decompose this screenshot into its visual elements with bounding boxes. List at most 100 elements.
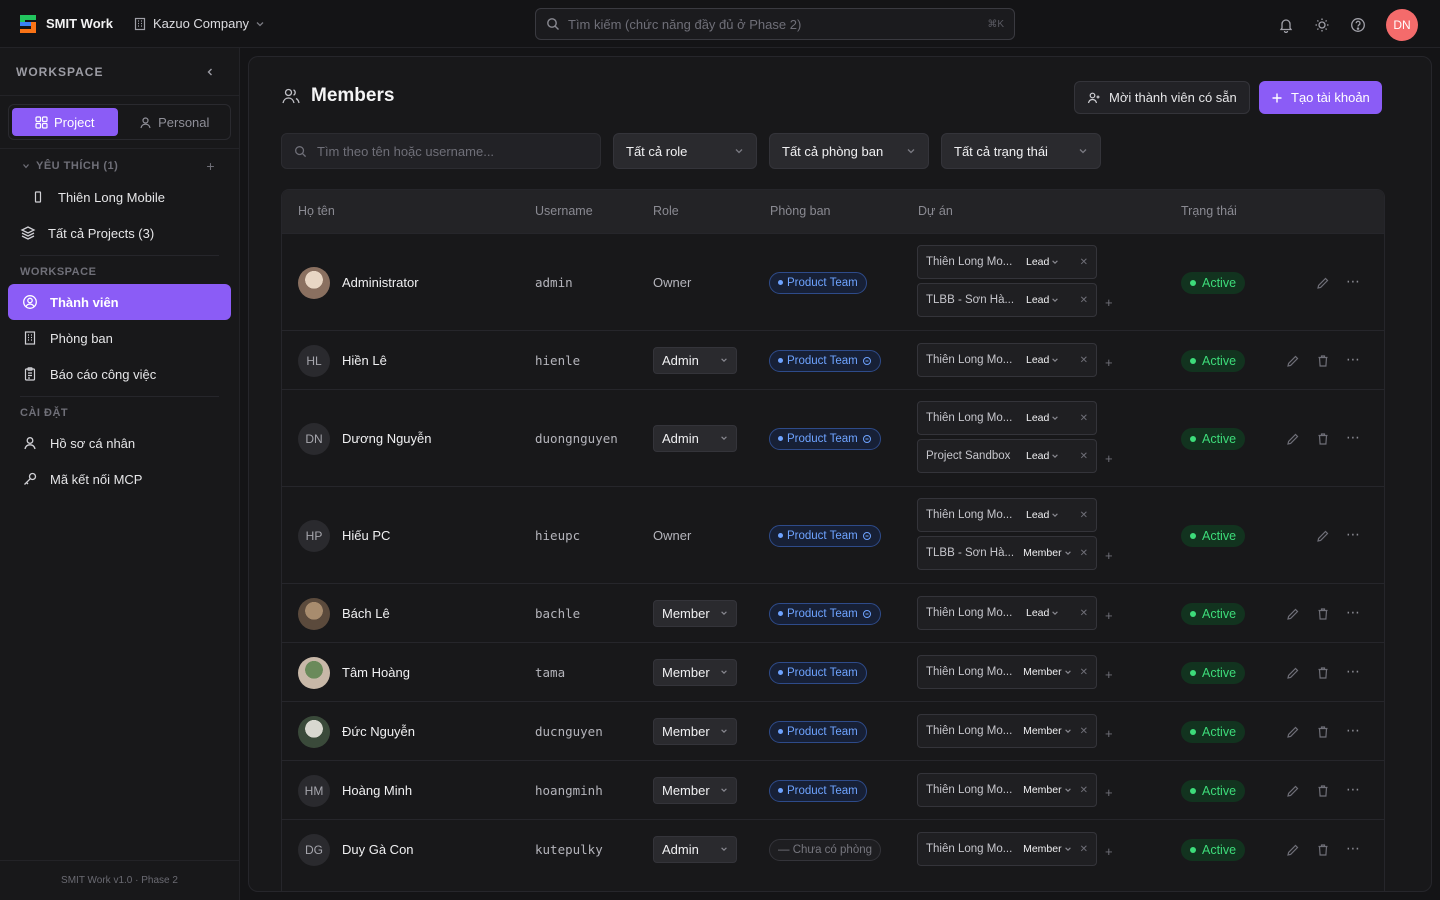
department-badge[interactable]: Product Team (769, 661, 867, 684)
remove-project-icon[interactable]: ✕ (1080, 785, 1088, 796)
project-role-select[interactable]: Lead (1026, 450, 1059, 462)
project-chip[interactable]: Thiên Long Mo... Lead ✕ (917, 401, 1097, 435)
role-select[interactable]: Member (653, 776, 737, 804)
more-icon[interactable]: ⋯ (1346, 782, 1360, 798)
member-name[interactable]: Tâm Hoàng (342, 665, 410, 680)
department-badge[interactable]: Product Team (769, 720, 867, 743)
project-role-select[interactable]: Lead (1026, 607, 1059, 619)
trash-icon[interactable] (1316, 666, 1330, 680)
project-role-select[interactable]: Lead (1026, 294, 1059, 306)
department-badge[interactable]: Product Team (769, 427, 881, 450)
remove-project-icon[interactable]: ✕ (1080, 451, 1088, 462)
trash-icon[interactable] (1316, 432, 1330, 446)
collapse-sidebar-icon[interactable] (205, 67, 215, 77)
sidebar-item-favorite-project[interactable]: Thiên Long Mobile (8, 179, 231, 215)
edit-icon[interactable] (1286, 784, 1300, 798)
add-project-icon[interactable]: + (1105, 451, 1113, 466)
trash-icon[interactable] (1316, 354, 1330, 368)
project-chip[interactable]: Thiên Long Mo... Member ✕ (917, 714, 1097, 748)
bell-icon[interactable] (1278, 17, 1294, 33)
role-filter[interactable]: Tất cả role (613, 133, 757, 169)
edit-icon[interactable] (1286, 843, 1300, 857)
company-switcher[interactable]: Kazuo Company (133, 16, 265, 31)
sidebar-item-mcp-key[interactable]: Mã kết nối MCP (8, 461, 231, 497)
remove-project-icon[interactable]: ✕ (1080, 413, 1088, 424)
edit-icon[interactable] (1286, 725, 1300, 739)
remove-project-icon[interactable]: ✕ (1080, 295, 1088, 306)
more-icon[interactable]: ⋯ (1346, 723, 1360, 739)
add-project-icon[interactable]: + (1105, 785, 1113, 800)
sun-icon[interactable] (1314, 17, 1330, 33)
trash-icon[interactable] (1316, 784, 1330, 798)
project-chip[interactable]: Thiên Long Mo... Member ✕ (917, 655, 1097, 689)
sidebar-item-departments[interactable]: Phòng ban (8, 320, 231, 356)
status-filter[interactable]: Tất cả trạng thái (941, 133, 1101, 169)
department-badge[interactable]: Product Team (769, 602, 881, 625)
global-search-input[interactable]: Tìm kiếm (chức năng đầy đủ ở Phase 2) ⌘K (535, 8, 1015, 40)
project-chip[interactable]: Thiên Long Mo... Lead ✕ (917, 498, 1097, 532)
member-search-input[interactable]: Tìm theo tên hoặc username... (281, 133, 601, 169)
member-name[interactable]: Hiếu PC (342, 528, 390, 543)
sidebar-item-profile[interactable]: Hồ sơ cá nhân (8, 425, 231, 461)
app-logo[interactable]: SMIT Work (20, 14, 113, 33)
project-chip[interactable]: Thiên Long Mo... Lead ✕ (917, 245, 1097, 279)
project-role-select[interactable]: Member (1023, 725, 1072, 737)
trash-icon[interactable] (1316, 607, 1330, 621)
favorites-section[interactable]: YÊU THÍCH (1) + (0, 153, 239, 179)
tab-personal[interactable]: Personal (122, 108, 228, 136)
project-role-select[interactable]: Member (1023, 666, 1072, 678)
edit-icon[interactable] (1316, 529, 1330, 543)
project-role-select[interactable]: Member (1023, 784, 1072, 796)
member-name[interactable]: Hoàng Minh (342, 783, 412, 798)
more-icon[interactable]: ⋯ (1346, 605, 1360, 621)
more-icon[interactable]: ⋯ (1346, 352, 1360, 368)
project-chip[interactable]: Project Sandbox Lead ✕ (917, 439, 1097, 473)
role-select[interactable]: Admin (653, 835, 737, 863)
remove-project-icon[interactable]: ✕ (1080, 548, 1088, 559)
remove-project-icon[interactable]: ✕ (1080, 667, 1088, 678)
project-role-select[interactable]: Member (1023, 547, 1072, 559)
edit-icon[interactable] (1286, 354, 1300, 368)
more-icon[interactable]: ⋯ (1346, 430, 1360, 446)
project-chip[interactable]: Thiên Long Mo... Lead ✕ (917, 343, 1097, 377)
add-project-icon[interactable]: + (1105, 667, 1113, 682)
more-icon[interactable]: ⋯ (1346, 841, 1360, 857)
remove-project-icon[interactable]: ✕ (1080, 608, 1088, 619)
trash-icon[interactable] (1316, 725, 1330, 739)
department-badge[interactable]: Product Team (769, 779, 867, 802)
sidebar-item-all-projects[interactable]: Tất cả Projects (3) (8, 215, 231, 251)
member-name[interactable]: Hiền Lê (342, 353, 387, 368)
project-role-select[interactable]: Lead (1026, 354, 1059, 366)
department-badge[interactable]: Product Team (769, 524, 881, 547)
add-favorite-icon[interactable]: + (206, 158, 215, 174)
sidebar-item-work-report[interactable]: Báo cáo công việc (8, 356, 231, 392)
add-project-icon[interactable]: + (1105, 844, 1113, 859)
add-project-icon[interactable]: + (1105, 726, 1113, 741)
edit-icon[interactable] (1286, 432, 1300, 446)
invite-member-button[interactable]: Mời thành viên có sẵn (1074, 81, 1250, 114)
project-chip[interactable]: Thiên Long Mo... Lead ✕ (917, 596, 1097, 630)
add-project-icon[interactable]: + (1105, 548, 1113, 563)
role-select[interactable]: Member (653, 658, 737, 686)
member-name[interactable]: Administrator (342, 275, 419, 290)
department-badge[interactable]: — Chưa có phòng (769, 838, 882, 861)
project-chip[interactable]: TLBB - Sơn Hà... Member ✕ (917, 536, 1097, 570)
user-avatar[interactable]: DN (1386, 9, 1418, 41)
remove-project-icon[interactable]: ✕ (1080, 257, 1088, 268)
remove-project-icon[interactable]: ✕ (1080, 844, 1088, 855)
member-name[interactable]: Duy Gà Con (342, 842, 414, 857)
project-role-select[interactable]: Lead (1026, 256, 1059, 268)
project-role-select[interactable]: Lead (1026, 412, 1059, 424)
remove-project-icon[interactable]: ✕ (1080, 726, 1088, 737)
add-project-icon[interactable]: + (1105, 355, 1113, 370)
edit-icon[interactable] (1316, 276, 1330, 290)
help-icon[interactable] (1350, 17, 1366, 33)
project-chip[interactable]: Thiên Long Mo... Member ✕ (917, 773, 1097, 807)
sidebar-item-members[interactable]: Thành viên (8, 284, 231, 320)
role-select[interactable]: Admin (653, 346, 737, 374)
role-select[interactable]: Member (653, 599, 737, 627)
member-name[interactable]: Dương Nguyễn (342, 431, 432, 446)
project-chip[interactable]: TLBB - Sơn Hà... Lead ✕ (917, 283, 1097, 317)
more-icon[interactable]: ⋯ (1346, 664, 1360, 680)
add-project-icon[interactable]: + (1105, 608, 1113, 623)
